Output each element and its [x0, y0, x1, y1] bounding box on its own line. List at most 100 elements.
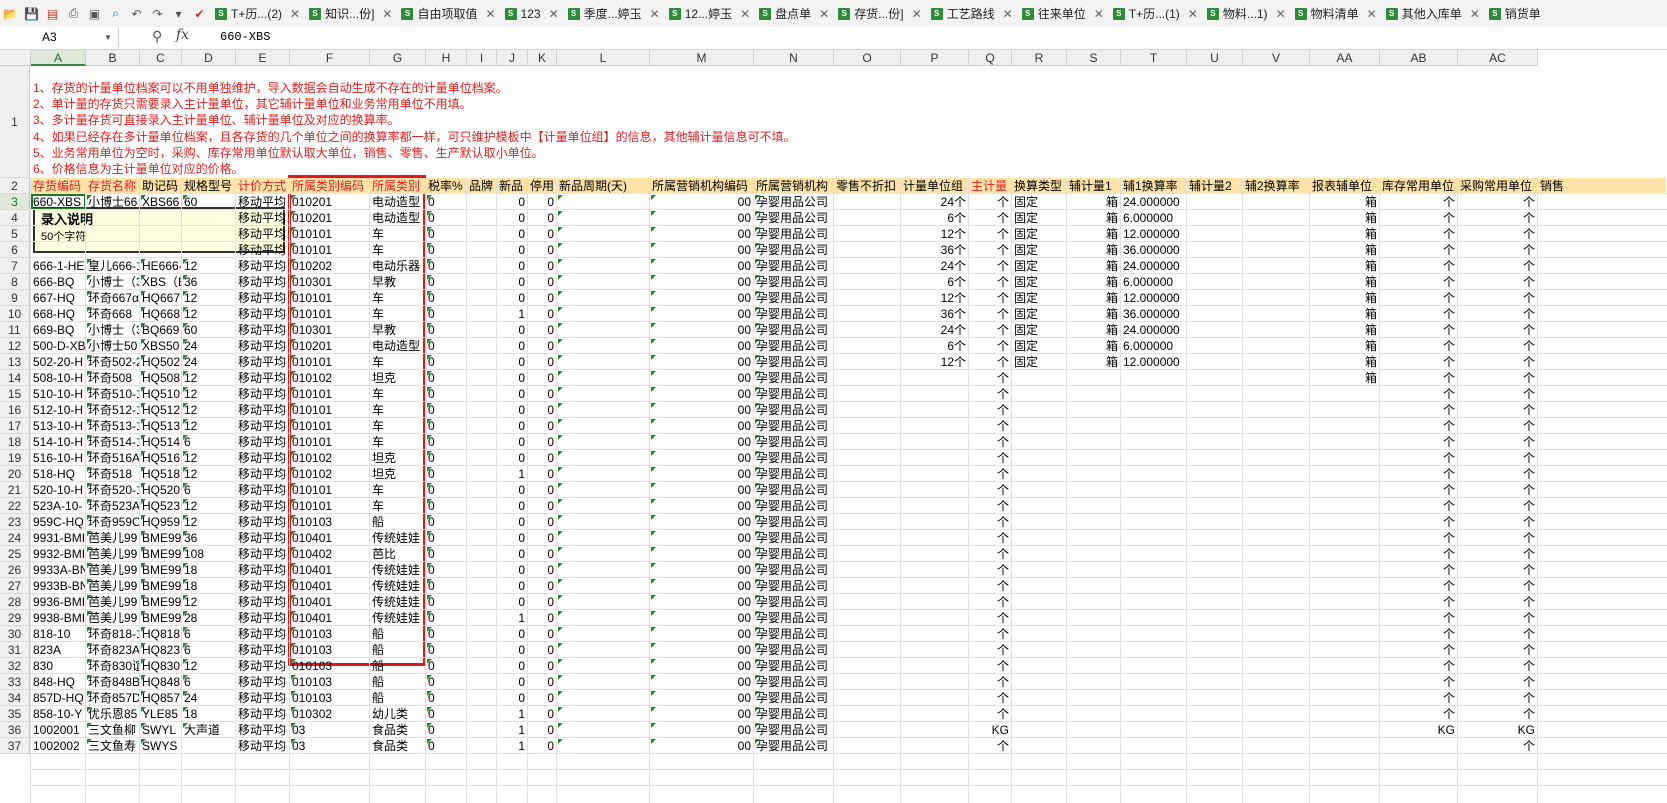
grid-cell[interactable]: HQ668	[140, 306, 181, 322]
zoom-magnifier-icon[interactable]: ⚲	[152, 28, 162, 45]
grid-cell[interactable]: 车	[370, 386, 425, 402]
grid-cell[interactable]	[1121, 610, 1186, 626]
grid-cell[interactable]	[901, 466, 968, 482]
grid-cell[interactable]: HQ518	[140, 466, 181, 482]
document-tab[interactable]: S 物料清单 ✕	[1292, 3, 1381, 25]
header-cell[interactable]: 所属类别编码	[290, 178, 369, 194]
grid-cell[interactable]: 个	[1458, 738, 1537, 754]
grid-cell[interactable]: 孕婴用品公司	[754, 690, 833, 706]
grid-cell[interactable]: 010101	[290, 354, 369, 370]
grid-cell[interactable]: 508-10-H	[31, 370, 85, 386]
grid-cell[interactable]	[1012, 546, 1066, 562]
grid-cell[interactable]: 0	[426, 226, 466, 242]
grid-cell[interactable]: 010201	[290, 210, 369, 226]
grid-cell[interactable]: 箱	[1067, 226, 1120, 242]
grid-cell[interactable]: 移动平均	[236, 418, 289, 434]
row-header[interactable]: 36	[0, 722, 30, 738]
grid-cell[interactable]: 010103	[290, 626, 369, 642]
grid-cell[interactable]: 12个	[901, 354, 968, 370]
grid-cell[interactable]: 个	[1458, 274, 1537, 290]
grid-cell[interactable]	[1121, 690, 1186, 706]
grid-cell[interactable]: 个	[969, 690, 1011, 706]
grid-cell[interactable]	[31, 210, 85, 226]
grid-cell[interactable]: 移动平均	[236, 370, 289, 386]
row-header[interactable]: 4	[0, 210, 30, 226]
row-header[interactable]: 12	[0, 338, 30, 354]
grid-cell[interactable]: 0	[497, 626, 527, 642]
grid-cell[interactable]: 010401	[290, 594, 369, 610]
grid-cell[interactable]: 移动平均	[236, 738, 289, 754]
column-header-h[interactable]: H	[426, 50, 467, 66]
document-tab[interactable]: S T+历...(1) ✕	[1110, 3, 1202, 25]
grid-cell[interactable]: 个	[969, 194, 1011, 210]
grid-cell[interactable]: 0	[528, 418, 556, 434]
header-cell[interactable]: 换算类型	[1012, 178, 1066, 194]
grid-cell[interactable]: 0	[497, 274, 527, 290]
grid-cell[interactable]	[901, 738, 968, 754]
grid-cell[interactable]: 0	[528, 370, 556, 386]
grid-cell[interactable]: 孕婴用品公司	[754, 450, 833, 466]
grid-cell[interactable]	[1067, 370, 1120, 386]
grid-cell[interactable]: 个	[1458, 210, 1537, 226]
grid-cell[interactable]: 环奇514-1	[86, 434, 139, 450]
grid-cell[interactable]: 箱	[1310, 258, 1379, 274]
grid-cell[interactable]: 666-1-HE	[31, 258, 85, 274]
save-icon[interactable]: 💾	[23, 5, 40, 22]
grid-cell[interactable]: 010103	[290, 658, 369, 674]
row-header[interactable]: 5	[0, 226, 30, 242]
grid-cell[interactable]: 移动平均	[236, 514, 289, 530]
grid-cell[interactable]	[1121, 530, 1186, 546]
grid-cell[interactable]: 个	[1458, 674, 1537, 690]
grid-cell[interactable]: 箱	[1310, 290, 1379, 306]
grid-cell[interactable]: 010101	[290, 418, 369, 434]
grid-cell[interactable]: 0	[426, 418, 466, 434]
row-header[interactable]: 25	[0, 546, 30, 562]
grid-cell[interactable]: 移动平均	[236, 242, 289, 258]
grid-cell[interactable]	[1067, 738, 1120, 754]
grid-cell[interactable]	[901, 690, 968, 706]
column-header-m[interactable]: M	[650, 50, 754, 66]
grid-cell[interactable]: 个	[1458, 306, 1537, 322]
grid-cell[interactable]: 28	[182, 610, 235, 626]
grid-cell[interactable]: 0	[528, 594, 556, 610]
row-header[interactable]: 11	[0, 322, 30, 338]
grid-cell[interactable]: 船	[370, 514, 425, 530]
grid-cell[interactable]: 1	[497, 306, 527, 322]
column-header-u[interactable]: U	[1187, 50, 1243, 66]
header-cell[interactable]: 报表辅单位	[1310, 178, 1379, 194]
grid-cell[interactable]: 孕婴用品公司	[754, 402, 833, 418]
header-cell[interactable]: 采购常用单位	[1458, 178, 1537, 194]
chevron-down-icon[interactable]: ▼	[104, 28, 112, 47]
grid-cell[interactable]: 船	[370, 658, 425, 674]
column-header-p[interactable]: P	[901, 50, 969, 66]
grid-cell[interactable]: 24个	[901, 322, 968, 338]
grid-cell[interactable]: 箱	[1067, 274, 1120, 290]
grid-cell[interactable]: 环奇959C	[86, 514, 139, 530]
grid-cell[interactable]: 0	[528, 466, 556, 482]
grid-cell[interactable]	[1310, 466, 1379, 482]
grid-cell[interactable]: 个	[1380, 386, 1457, 402]
grid-cell[interactable]: 个	[1458, 450, 1537, 466]
grid-cell[interactable]: 环奇857D	[86, 690, 139, 706]
grid-cell[interactable]: HQ857	[140, 690, 181, 706]
grid-cell[interactable]: 箱	[1310, 306, 1379, 322]
grid-cell[interactable]: 芭美儿99	[86, 546, 139, 562]
grid-cell[interactable]: 1002001	[31, 722, 85, 738]
grid-cell[interactable]: 0	[528, 706, 556, 722]
grid-cell[interactable]: 个	[1380, 690, 1457, 706]
pdf-icon[interactable]: ▤	[44, 5, 61, 22]
grid-cell[interactable]	[1012, 610, 1066, 626]
grid-cell[interactable]: HQ510	[140, 386, 181, 402]
grid-cell[interactable]	[1310, 690, 1379, 706]
grid-cell[interactable]	[1067, 402, 1120, 418]
grid-cell[interactable]	[1121, 466, 1186, 482]
grid-cell[interactable]: 0	[528, 514, 556, 530]
grid-cell[interactable]: 早教	[370, 322, 425, 338]
grid-cell[interactable]: 0	[528, 386, 556, 402]
grid-cell[interactable]: 00	[650, 242, 753, 258]
grid-cell[interactable]: 0	[497, 594, 527, 610]
grid-cell[interactable]: 0	[528, 242, 556, 258]
grid-cell[interactable]: 个	[1458, 658, 1537, 674]
grid-cell[interactable]: 环奇516A	[86, 450, 139, 466]
grid-cell[interactable]	[1067, 562, 1120, 578]
